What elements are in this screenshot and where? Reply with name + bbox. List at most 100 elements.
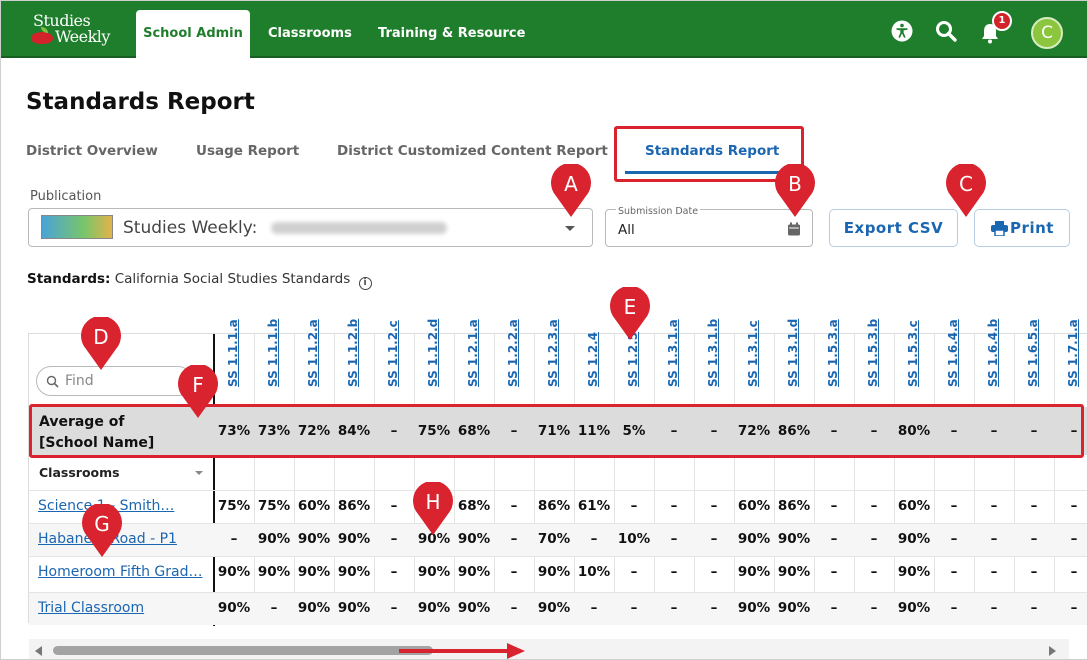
right-arrow-annotation: [399, 643, 525, 659]
info-icon[interactable]: i: [358, 277, 372, 290]
score-cell: 90%: [257, 531, 291, 547]
annotation-marker: G: [81, 502, 123, 558]
score-cell: –: [630, 564, 638, 580]
search-icon[interactable]: [935, 20, 957, 42]
classroom-link[interactable]: Homeroom Fifth Grad…: [38, 564, 203, 580]
standard-column-header: SS 1.7.1.a: [1054, 319, 1087, 401]
standard-link[interactable]: SS 1.1.1.a: [226, 319, 240, 387]
tab-usage-report[interactable]: Usage Report: [196, 143, 299, 159]
score-cell: –: [710, 564, 718, 580]
standard-column-header: SS 1.2.4: [574, 332, 614, 401]
tab-district-customized-content-report[interactable]: District Customized Content Report: [337, 143, 608, 159]
score-cell: –: [710, 600, 718, 616]
studies-weekly-logo[interactable]: Studies Weekly: [29, 11, 113, 49]
score-cell: –: [390, 498, 398, 514]
classrooms-filter-label[interactable]: Classrooms: [39, 465, 120, 480]
classroom-link[interactable]: Trial Classroom: [38, 600, 144, 616]
publication-select[interactable]: Studies Weekly:: [28, 208, 593, 247]
standard-column-header: SS 1.6.4.a: [934, 319, 974, 401]
score-cell: 90%: [777, 600, 811, 616]
score-cell: 68%: [457, 498, 491, 514]
print-button[interactable]: Print: [974, 209, 1070, 247]
score-cell: –: [710, 531, 718, 547]
score-cell: 90%: [337, 531, 371, 547]
nav-tab-classrooms[interactable]: Classrooms: [268, 26, 352, 41]
standard-link[interactable]: SS 1.2.3.a: [546, 319, 560, 387]
scrollbar-thumb[interactable]: [53, 646, 433, 655]
standard-link[interactable]: SS 1.3.1.a: [666, 319, 680, 387]
score-cell: –: [990, 564, 998, 580]
score-cell: 90%: [737, 531, 771, 547]
score-cell: 90%: [777, 564, 811, 580]
score-cell: 61%: [577, 498, 611, 514]
standard-link[interactable]: SS 1.7.1.a: [1066, 319, 1080, 387]
score-cell: 90%: [537, 600, 571, 616]
standard-link[interactable]: SS 1.5.3.a: [826, 319, 840, 387]
score-cell: –: [510, 498, 518, 514]
standard-link[interactable]: SS 1.1.2.a: [306, 319, 320, 387]
standard-column-header: SS 1.1.2.b: [334, 319, 374, 401]
standard-column-header: SS 1.1.2.d: [414, 319, 454, 401]
logo-text-line2: Weekly: [55, 27, 110, 46]
annotation-marker: D: [80, 315, 122, 371]
scroll-right-arrow[interactable]: [1049, 646, 1056, 656]
standard-link[interactable]: SS 1.1.2.c: [386, 320, 400, 387]
user-avatar[interactable]: C: [1031, 17, 1063, 49]
standard-link[interactable]: SS 1.5.3.b: [866, 319, 880, 387]
nav-tab-training-resource[interactable]: Training & Resource: [378, 26, 525, 41]
publication-value: Studies Weekly:: [123, 218, 258, 238]
standard-link[interactable]: SS 1.6.4.b: [986, 319, 1000, 387]
standard-link[interactable]: SS 1.3.1.b: [706, 319, 720, 387]
accessibility-icon[interactable]: [891, 20, 913, 42]
calendar-icon[interactable]: [787, 222, 801, 236]
score-cell: –: [950, 600, 958, 616]
tab-district-overview[interactable]: District Overview: [26, 143, 158, 159]
annotation-marker: C: [945, 162, 987, 218]
scroll-left-arrow[interactable]: [35, 646, 42, 656]
score-cell: –: [390, 564, 398, 580]
score-cell: 90%: [297, 564, 331, 580]
apple-icon: [31, 32, 53, 44]
find-input[interactable]: [65, 372, 185, 390]
score-cell: –: [510, 600, 518, 616]
score-cell: –: [870, 564, 878, 580]
score-cell: 90%: [217, 600, 251, 616]
standard-link[interactable]: SS 1.2.4: [586, 325, 600, 387]
score-cell: 86%: [337, 498, 371, 514]
score-cell: 90%: [537, 564, 571, 580]
score-cell: –: [950, 531, 958, 547]
score-cell: –: [830, 600, 838, 616]
standard-link[interactable]: SS 1.1.1.b: [266, 319, 280, 387]
standard-link[interactable]: SS 1.6.5.a: [1026, 319, 1040, 387]
score-cell: 10%: [577, 564, 611, 580]
score-cell: –: [630, 498, 638, 514]
score-cell: –: [1030, 600, 1038, 616]
notification-count-badge: 1: [992, 11, 1012, 31]
standard-link[interactable]: SS 1.3.1.d: [786, 319, 800, 387]
standard-link[interactable]: SS 1.5.3.c: [906, 320, 920, 387]
publication-label: Publication: [30, 189, 102, 204]
standard-link[interactable]: SS 1.1.2.d: [426, 319, 440, 387]
standard-link[interactable]: SS 1.1.2.b: [346, 319, 360, 387]
score-cell: –: [510, 531, 518, 547]
score-cell: 90%: [457, 564, 491, 580]
score-cell: 90%: [777, 531, 811, 547]
standard-column-header: SS 1.2.2.a: [494, 319, 534, 401]
score-cell: –: [590, 531, 598, 547]
score-cell: 90%: [457, 531, 491, 547]
score-cell: 90%: [897, 600, 931, 616]
score-cell: 86%: [537, 498, 571, 514]
score-cell: –: [670, 498, 678, 514]
nav-tab-school-admin[interactable]: School Admin: [136, 10, 250, 60]
chevron-down-icon[interactable]: [195, 471, 203, 475]
publication-name-blurred: [271, 222, 447, 234]
standard-link[interactable]: SS 1.2.2.a: [506, 319, 520, 387]
standard-link[interactable]: SS 1.3.1.c: [746, 320, 760, 387]
standard-link[interactable]: SS 1.6.4.a: [946, 319, 960, 387]
score-cell: –: [710, 498, 718, 514]
export-csv-button[interactable]: Export CSV: [829, 209, 958, 247]
standard-column-header: SS 1.5.3.b: [854, 319, 894, 401]
score-cell: 90%: [737, 564, 771, 580]
score-cell: 90%: [297, 531, 331, 547]
standard-link[interactable]: SS 1.2.1.a: [466, 319, 480, 387]
